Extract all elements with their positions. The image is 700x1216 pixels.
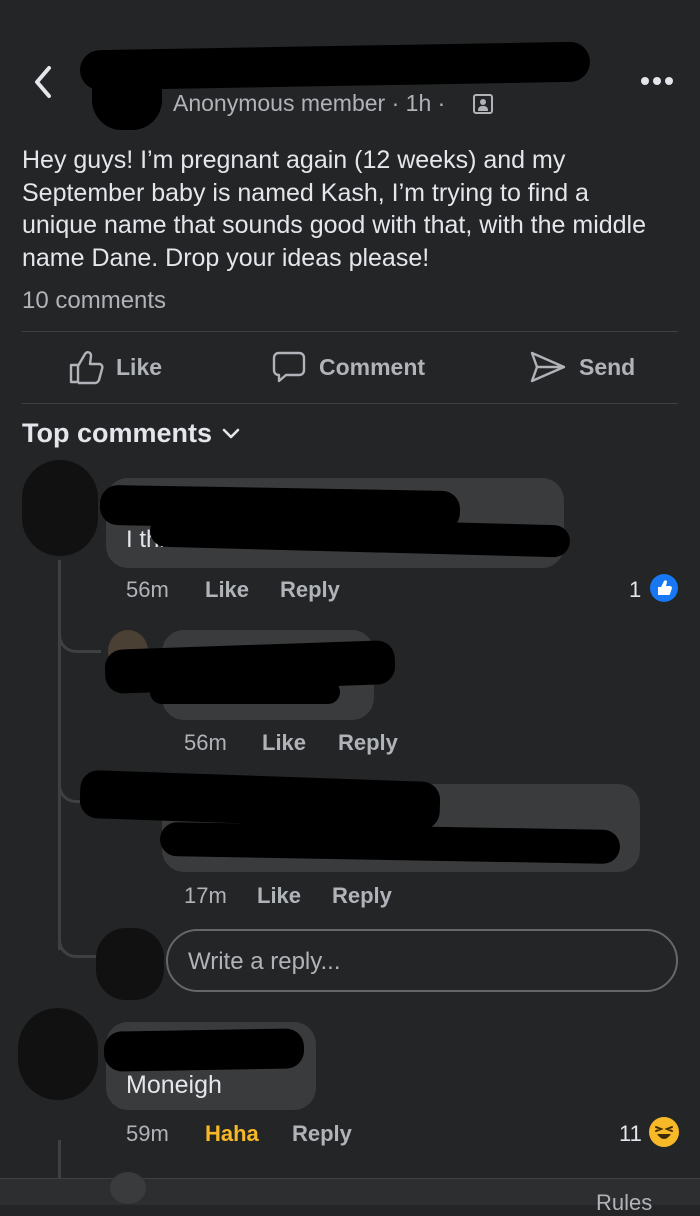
separator: · — [391, 90, 400, 116]
top-comments-label: Top comments — [22, 418, 213, 448]
reply-like-link[interactable]: Like — [257, 883, 301, 909]
thread-branch-1 — [58, 600, 101, 653]
more-icon — [641, 77, 673, 85]
comment-haha-link[interactable]: Haha — [205, 1121, 259, 1147]
reply-input-placeholder: Write a reply... — [188, 948, 341, 975]
like-button[interactable]: Like — [68, 346, 162, 388]
like-reaction-icon — [650, 574, 678, 602]
send-button[interactable]: Send — [529, 346, 635, 388]
reply-time[interactable]: 17m — [184, 883, 227, 909]
send-label: Send — [579, 353, 636, 380]
comment-like-link[interactable]: Like — [205, 577, 249, 603]
comment-meta: 56m — [126, 577, 169, 603]
post-time[interactable]: 1h — [406, 90, 432, 116]
reply-reply-link[interactable]: Reply — [332, 883, 392, 909]
redacted-commenter — [103, 1028, 305, 1072]
back-button[interactable] — [30, 64, 56, 100]
thumbs-up-icon — [69, 351, 104, 385]
separator-2: · — [437, 90, 446, 116]
reply-time[interactable]: 56m — [184, 730, 227, 756]
avatar-partial — [110, 1172, 146, 1204]
post-text: Hey guys! I’m pregnant again (12 weeks) … — [22, 146, 647, 272]
like-label: Like — [116, 353, 163, 380]
reply-input[interactable]: Write a reply... — [166, 929, 678, 992]
thread-branch-3 — [58, 905, 101, 958]
author-line: Anonymous member · 1h · — [173, 90, 445, 117]
comments-count[interactable]: 10 comments — [22, 287, 166, 315]
avatar[interactable] — [22, 460, 98, 556]
avatar — [96, 928, 164, 1000]
redacted-blot — [92, 60, 162, 130]
comment-text: Moneigh — [126, 1071, 222, 1099]
haha-reaction-icon — [649, 1117, 679, 1147]
bottom-bar — [0, 1178, 700, 1205]
author-name[interactable]: Anonymous member — [173, 90, 385, 116]
reaction-count[interactable]: 11 — [619, 1121, 642, 1147]
comment-time[interactable]: 56m — [126, 577, 169, 602]
footer-rules-link[interactable]: Rules — [596, 1190, 652, 1216]
comment-time[interactable]: 59m — [126, 1121, 169, 1147]
audience-icon — [473, 94, 493, 114]
comment-button[interactable]: Comment — [271, 346, 425, 388]
reply-like-link[interactable]: Like — [262, 730, 306, 756]
redacted-reply-text — [150, 680, 340, 704]
chevron-down-icon — [222, 428, 240, 438]
comment-reply-link[interactable]: Reply — [292, 1121, 352, 1147]
top-comments-filter[interactable]: Top comments — [22, 418, 240, 449]
reaction-count[interactable]: 1 — [629, 577, 641, 603]
chevron-left-icon — [35, 66, 51, 98]
comment-reply-link[interactable]: Reply — [280, 577, 340, 603]
avatar[interactable] — [18, 1008, 98, 1100]
comment-bubble-icon — [272, 351, 306, 383]
divider-bottom — [22, 403, 678, 404]
more-button[interactable] — [640, 74, 674, 86]
comment-label: Comment — [319, 353, 426, 380]
redacted-replier — [79, 769, 441, 831]
reply-reply-link[interactable]: Reply — [338, 730, 398, 756]
divider-top — [22, 331, 678, 332]
send-icon — [530, 351, 566, 383]
